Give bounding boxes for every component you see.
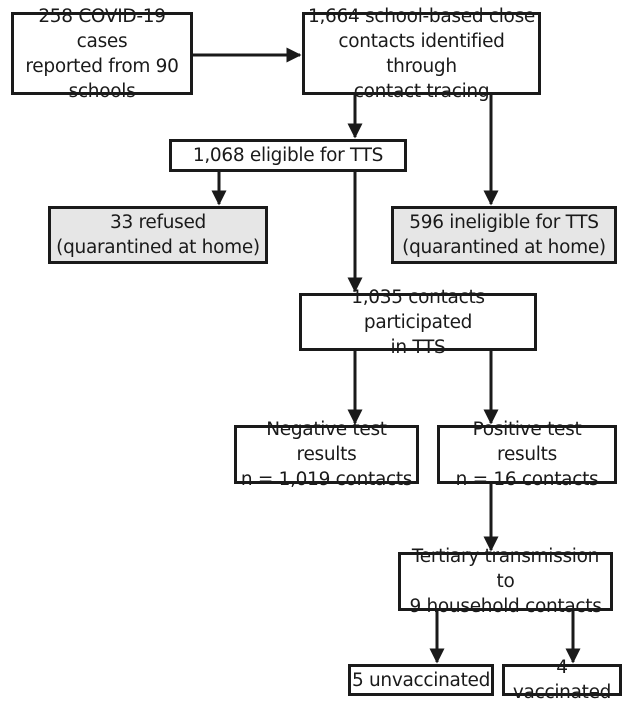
node-negative-line: Negative test results [266, 419, 387, 465]
node-refused-line: (quarantined at home) [56, 237, 260, 258]
node-cases-line: schools [68, 80, 136, 102]
node-eligible-line: 1,068 eligible for TTS [192, 145, 384, 166]
node-participated-line: in TTS [390, 336, 446, 358]
node-vaccinated: 4 vaccinated [502, 657, 622, 703]
node-cases: 258 COVID-19 cases reported from 90 scho… [11, 6, 193, 102]
node-close-contacts-line: contact tracing [353, 80, 490, 102]
node-close-contacts: 1,664 school-based close contacts identi… [302, 6, 541, 102]
node-close-contacts-line: contacts identified through [338, 30, 505, 77]
node-unvaccinated: 5 unvaccinated [348, 664, 494, 696]
node-eligible: 1,068 eligible for TTS [169, 139, 407, 172]
node-positive: Positive test results n = 16 contacts [437, 419, 617, 490]
node-negative-line: n = 1,019 contacts [240, 469, 413, 490]
node-ineligible: 596 ineligible for TTS (quarantined at h… [391, 206, 617, 264]
node-close-contacts-line: 1,664 school-based close [307, 5, 535, 27]
node-ineligible-line: (quarantined at home) [402, 237, 606, 258]
node-refused-line: 33 refused [109, 212, 206, 233]
node-tertiary-line: Tertiary transmission to [411, 546, 600, 592]
node-vaccinated-line: 4 vaccinated [512, 657, 612, 703]
node-tertiary-line: 9 household contacts [409, 596, 602, 617]
node-unvaccinated-line: 5 unvaccinated [351, 669, 491, 691]
node-cases-line: 258 COVID-19 cases [38, 5, 166, 52]
node-tertiary: Tertiary transmission to 9 household con… [398, 546, 613, 617]
node-positive-line: n = 16 contacts [455, 469, 599, 490]
node-ineligible-line: 596 ineligible for TTS [409, 212, 599, 233]
node-positive-line: Positive test results [472, 419, 582, 465]
node-cases-line: reported from 90 [25, 55, 179, 77]
node-participated-line: 1,035 contacts participated [351, 286, 485, 333]
node-participated: 1,035 contacts participated in TTS [299, 287, 537, 358]
node-negative: Negative test results n = 1,019 contacts [234, 419, 419, 490]
node-refused: 33 refused (quarantined at home) [48, 206, 268, 264]
